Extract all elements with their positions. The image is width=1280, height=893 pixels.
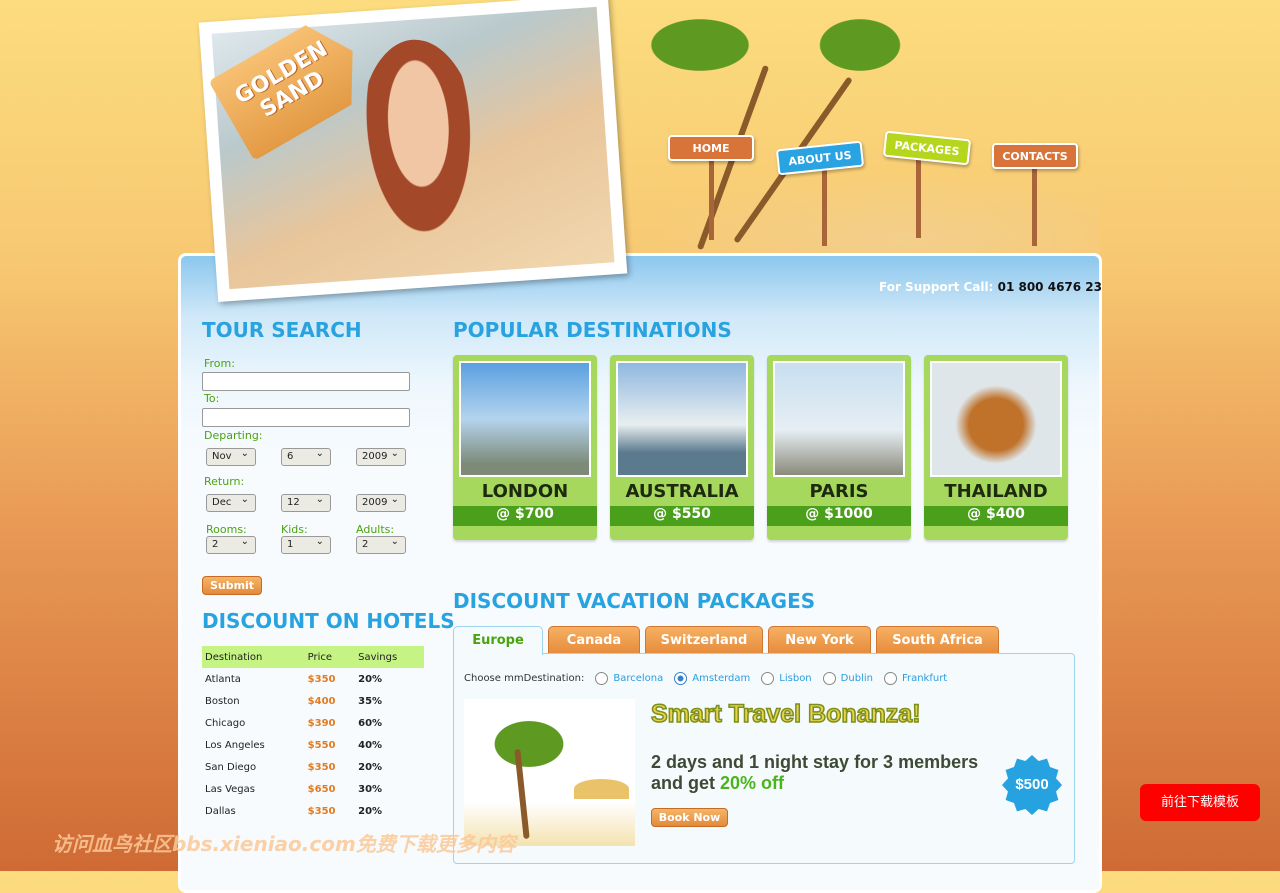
from-input[interactable] xyxy=(202,372,410,391)
adults-select[interactable]: 2 xyxy=(356,536,406,554)
radio-label[interactable]: Lisbon xyxy=(779,673,811,684)
radio-label[interactable]: Amsterdam xyxy=(692,673,750,684)
table-row: Atlanta $350 20% xyxy=(202,668,424,690)
table-cell: 60% xyxy=(358,717,383,729)
tab-canada[interactable]: Canada xyxy=(548,626,640,654)
nav-home[interactable]: HOME xyxy=(668,135,754,161)
table-cell: $350 xyxy=(307,805,336,817)
table-cell: 30% xyxy=(358,783,383,795)
table-cell: San Diego xyxy=(205,761,257,773)
watermark: 访问血鸟社区bbs.xieniao.com免费下载更多内容 xyxy=(52,832,516,856)
table-row: Dallas $350 20% xyxy=(202,800,424,822)
package-headline: Smart Travel Bonanza! xyxy=(650,699,921,729)
departing-day-select[interactable]: 6 xyxy=(281,448,331,466)
table-cell: $400 xyxy=(307,695,336,707)
table-cell: Chicago xyxy=(205,717,246,729)
support-line: For Support Call: 01 800 4676 23 xyxy=(879,280,1102,294)
radio-frankfurt[interactable] xyxy=(883,672,897,685)
kids-label: Kids: xyxy=(281,523,308,536)
table-cell: 20% xyxy=(358,673,383,685)
table-cell: Boston xyxy=(205,695,240,707)
hotels-table: Destination Price Savings Atlanta $350 20% Bo… xyxy=(202,646,424,822)
table-row: Chicago $390 60% xyxy=(202,712,424,734)
return-month-select[interactable]: Dec xyxy=(206,494,256,512)
destination-radio-group: Choose mmDestination: Barcelona Amsterda… xyxy=(464,672,947,685)
to-input[interactable] xyxy=(202,408,410,427)
radio-lisbon[interactable] xyxy=(761,672,775,685)
destination-card-london[interactable]: LONDON @ $700 xyxy=(453,355,597,540)
radio-dublin[interactable] xyxy=(822,672,836,685)
table-cell: $350 xyxy=(307,761,336,773)
table-cell: Dallas xyxy=(205,805,236,817)
download-template-button[interactable]: 前往下载模板 xyxy=(1140,784,1260,821)
table-row: Las Vegas $650 30% xyxy=(202,778,424,800)
beach-illustration xyxy=(464,699,635,846)
discount-text: 20% off xyxy=(720,773,785,793)
rooms-label: Rooms: xyxy=(206,523,247,536)
table-row: Boston $400 35% xyxy=(202,690,424,712)
support-phone: 01 800 4676 23 xyxy=(997,280,1102,294)
radio-barcelona[interactable] xyxy=(595,672,609,685)
radio-label[interactable]: Frankfurt xyxy=(902,673,947,684)
table-cell: 40% xyxy=(358,739,383,751)
table-cell: $650 xyxy=(307,783,336,795)
table-cell: $350 xyxy=(307,673,336,685)
departing-year-select[interactable]: 2009 xyxy=(356,448,406,466)
rooms-select[interactable]: 2 xyxy=(206,536,256,554)
table-row: San Diego $350 20% xyxy=(202,756,424,778)
book-now-button[interactable]: Book Now xyxy=(651,808,728,827)
table-cell: Los Angeles xyxy=(205,739,265,751)
nav-contacts[interactable]: CONTACTS xyxy=(992,143,1078,169)
departing-label: Departing: xyxy=(204,429,263,442)
adults-label: Adults: xyxy=(356,523,395,536)
destination-card-thailand[interactable]: THAILAND @ $400 xyxy=(924,355,1068,540)
tab-europe[interactable]: Europe xyxy=(453,626,543,655)
table-row: Los Angeles $550 40% xyxy=(202,734,424,756)
table-cell: 20% xyxy=(358,805,383,817)
from-label: From: xyxy=(204,357,235,370)
nav-packages[interactable]: PACKAGES xyxy=(882,130,972,166)
radio-label[interactable]: Barcelona xyxy=(613,673,663,684)
packages-title: DISCOUNT VACATION PACKAGES xyxy=(453,589,816,613)
table-cell: 35% xyxy=(358,695,383,707)
hotels-title: DISCOUNT ON HOTELS xyxy=(202,609,455,633)
submit-button[interactable]: Submit xyxy=(202,576,262,595)
destination-card-paris[interactable]: PARIS @ $1000 xyxy=(767,355,911,540)
table-cell: Las Vegas xyxy=(205,783,255,795)
package-description: 2 days and 1 night stay for 3 members and… xyxy=(651,752,979,793)
kids-select[interactable]: 1 xyxy=(281,536,331,554)
table-cell: 20% xyxy=(358,761,383,773)
return-day-select[interactable]: 12 xyxy=(281,494,331,512)
tab-switzerland[interactable]: Switzerland xyxy=(645,626,763,654)
table-cell: $390 xyxy=(307,717,336,729)
table-cell: $550 xyxy=(307,739,336,751)
tour-search-title: TOUR SEARCH xyxy=(202,318,362,342)
radio-label[interactable]: Dublin xyxy=(841,673,873,684)
table-cell: Atlanta xyxy=(205,673,241,685)
tab-new-york[interactable]: New York xyxy=(768,626,871,654)
palm-tree-leaves xyxy=(790,0,930,90)
radio-amsterdam[interactable] xyxy=(674,672,688,685)
return-label: Return: xyxy=(204,475,245,488)
to-label: To: xyxy=(204,392,220,405)
return-year-select[interactable]: 2009 xyxy=(356,494,406,512)
tab-south-africa[interactable]: South Africa xyxy=(876,626,999,654)
departing-month-select[interactable]: Nov xyxy=(206,448,256,466)
destinations-title: POPULAR DESTINATIONS xyxy=(453,318,732,342)
choose-label: Choose mmDestination: xyxy=(464,673,585,684)
destination-card-australia[interactable]: AUSTRALIA @ $550 xyxy=(610,355,754,540)
